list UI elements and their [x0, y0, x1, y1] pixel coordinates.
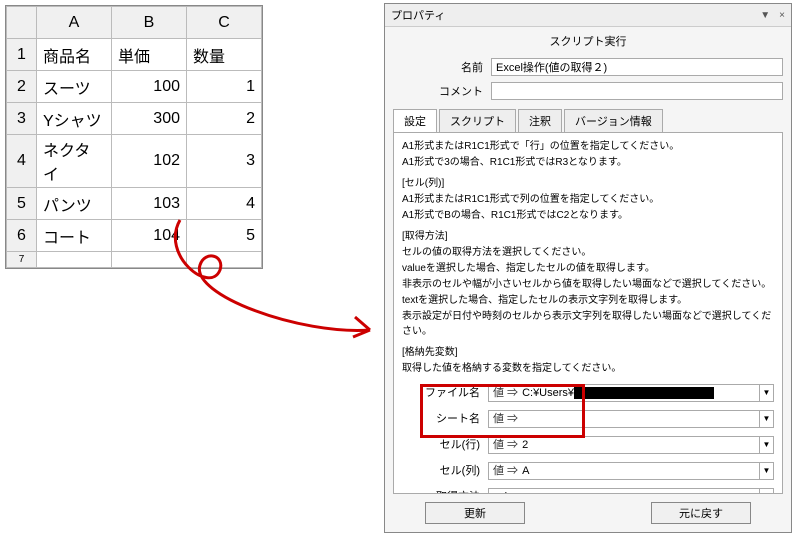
panel-title-text: プロパティ	[391, 7, 445, 23]
tab-script[interactable]: スクリプト	[439, 109, 516, 132]
desc-text: A1形式でBの場合、R1C1形式ではC2となります。	[402, 208, 774, 223]
desc-text: セルの値の取得方法を選択してください。	[402, 245, 774, 260]
sheet-label: シート名	[402, 411, 480, 428]
cell[interactable]: 4	[187, 188, 262, 220]
cell[interactable]: ネクタイ	[37, 135, 112, 188]
comment-input[interactable]	[491, 82, 783, 100]
redacted	[574, 387, 714, 399]
properties-panel: プロパティ ▼ × スクリプト実行 名前 コメント 設定 スクリプト 注釈 バー…	[384, 3, 792, 533]
comment-label: コメント	[393, 83, 483, 99]
dropdown-icon[interactable]: ▼	[760, 10, 770, 21]
cell[interactable]: 104	[112, 220, 187, 252]
chevron-down-icon[interactable]: ▼	[759, 385, 773, 401]
tab-settings[interactable]: 設定	[393, 109, 437, 132]
excel-grid: A B C 1商品名単価数量 2スーツ1001 3Yシャツ3002 4ネクタイ1…	[5, 5, 263, 269]
revert-button[interactable]: 元に戻す	[651, 502, 751, 524]
row-header[interactable]: 3	[7, 103, 37, 135]
desc-text: A1形式またはR1C1形式で「行」の位置を指定してください。	[402, 139, 774, 154]
cell[interactable]: 100	[112, 71, 187, 103]
col-header-c[interactable]: C	[187, 7, 262, 39]
file-input[interactable]: 値 ⇒C:¥Users¥▼	[488, 384, 774, 402]
cell[interactable]: 単価	[112, 39, 187, 71]
select-all-corner[interactable]	[7, 7, 37, 39]
cell-row-input[interactable]: 値 ⇒2▼	[488, 436, 774, 454]
cell[interactable]	[37, 252, 112, 268]
desc-heading: [セル(列)]	[402, 176, 774, 191]
cell[interactable]: 103	[112, 188, 187, 220]
desc-text: 取得した値を格納する変数を指定してください。	[402, 361, 774, 376]
cell[interactable]: コート	[37, 220, 112, 252]
cell[interactable]: パンツ	[37, 188, 112, 220]
cell[interactable]: スーツ	[37, 71, 112, 103]
cell-col-input[interactable]: 値 ⇒A▼	[488, 462, 774, 480]
name-label: 名前	[393, 59, 483, 75]
chevron-down-icon[interactable]: ▼	[759, 411, 773, 427]
desc-text: textを選択した場合、指定したセルの表示文字列を取得します。	[402, 293, 774, 308]
cell-col-label: セル(列)	[402, 463, 480, 480]
update-button[interactable]: 更新	[425, 502, 525, 524]
tab-version[interactable]: バージョン情報	[564, 109, 663, 132]
cell[interactable]: 5	[187, 220, 262, 252]
cell[interactable]: 300	[112, 103, 187, 135]
col-header-b[interactable]: B	[112, 7, 187, 39]
cell[interactable]: 3	[187, 135, 262, 188]
row-header[interactable]: 6	[7, 220, 37, 252]
desc-heading: [格納先変数]	[402, 345, 774, 360]
panel-titlebar: プロパティ ▼ ×	[385, 4, 791, 27]
desc-text: A1形式で3の場合、R1C1形式ではR3となります。	[402, 155, 774, 170]
name-input[interactable]	[491, 58, 783, 76]
cell[interactable]: 1	[187, 71, 262, 103]
chevron-down-icon[interactable]: ▼	[759, 463, 773, 479]
tab-notes[interactable]: 注釈	[518, 109, 562, 132]
row-header[interactable]: 1	[7, 39, 37, 71]
cell-row-label: セル(行)	[402, 437, 480, 454]
cell[interactable]: 2	[187, 103, 262, 135]
col-header-a[interactable]: A	[37, 7, 112, 39]
row-header[interactable]: 2	[7, 71, 37, 103]
tab-body: A1形式またはR1C1形式で「行」の位置を指定してください。 A1形式で3の場合…	[393, 132, 783, 494]
cell[interactable]	[112, 252, 187, 268]
cell[interactable]	[187, 252, 262, 268]
row-header[interactable]: 4	[7, 135, 37, 188]
cell[interactable]: 数量	[187, 39, 262, 71]
desc-text: 表示設定が日付や時刻のセルから表示文字列を取得したい場面などで選択してください。	[402, 309, 774, 339]
desc-heading: [取得方法]	[402, 229, 774, 244]
row-header[interactable]: 7	[7, 252, 37, 268]
chevron-down-icon[interactable]: ▼	[759, 437, 773, 453]
cell[interactable]: 102	[112, 135, 187, 188]
desc-text: A1形式またはR1C1形式で列の位置を指定してください。	[402, 192, 774, 207]
close-icon[interactable]: ×	[779, 10, 785, 21]
cell[interactable]: Yシャツ	[37, 103, 112, 135]
tabs: 設定 スクリプト 注釈 バージョン情報	[385, 109, 791, 132]
cell[interactable]: 商品名	[37, 39, 112, 71]
row-header[interactable]: 5	[7, 188, 37, 220]
section-title: スクリプト実行	[385, 27, 791, 55]
desc-text: valueを選択した場合、指定したセルの値を取得します。	[402, 261, 774, 276]
desc-text: 非表示のセルや幅が小さいセルから値を取得したい場面などで選択してください。	[402, 277, 774, 292]
file-label: ファイル名	[402, 385, 480, 402]
sheet-input[interactable]: 値 ⇒▼	[488, 410, 774, 428]
